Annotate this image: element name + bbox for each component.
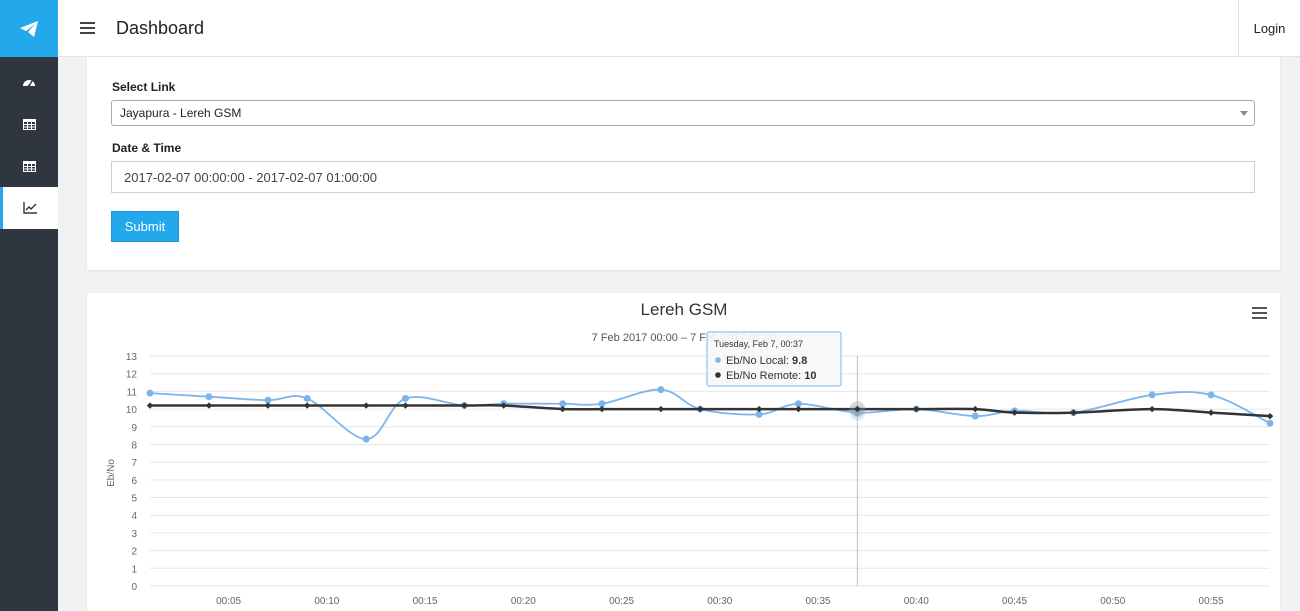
y-tick-label: 5 (131, 494, 137, 505)
paper-plane-icon (20, 20, 38, 37)
y-tick-label: 12 (126, 370, 138, 381)
data-point[interactable] (795, 405, 802, 413)
data-point[interactable] (1207, 391, 1215, 399)
topbar: Dashboard Login (58, 0, 1300, 57)
submit-button[interactable]: Submit (111, 211, 179, 242)
x-tick-label: 00:10 (314, 596, 339, 607)
caret-down-icon (1240, 111, 1248, 116)
data-point[interactable] (401, 394, 409, 402)
data-point[interactable] (972, 405, 979, 413)
y-tick-label: 0 (131, 582, 137, 593)
login-link[interactable]: Login (1238, 0, 1300, 57)
sidebar-item-chart[interactable] (0, 187, 58, 229)
x-tick-label: 00:15 (413, 596, 438, 607)
data-point[interactable] (146, 402, 154, 409)
y-tick-label: 10 (126, 405, 138, 416)
chart-title: Lereh GSM (641, 300, 728, 319)
brand-logo[interactable] (0, 0, 58, 57)
data-point[interactable] (1148, 391, 1156, 399)
data-point[interactable] (971, 412, 979, 420)
data-point[interactable] (205, 393, 213, 401)
table-icon (22, 160, 36, 172)
data-point[interactable] (1266, 412, 1274, 420)
x-tick-label: 00:20 (511, 596, 536, 607)
link-select[interactable]: Jayapura - Lereh GSM (111, 100, 1255, 126)
data-point[interactable] (755, 405, 763, 413)
link-select-value: Jayapura - Lereh GSM (120, 106, 242, 120)
y-tick-label: 8 (131, 440, 137, 451)
filter-form-card: Select Link Jayapura - Lereh GSM Date & … (87, 57, 1280, 270)
y-tick-label: 4 (131, 511, 137, 522)
y-tick-label: 3 (131, 529, 137, 540)
sidebar-item-table-2[interactable] (0, 145, 58, 187)
x-tick-label: 00:35 (806, 596, 831, 607)
data-point[interactable] (1266, 419, 1274, 427)
x-tick-label: 00:55 (1199, 596, 1224, 607)
datetime-range-input[interactable] (111, 161, 1255, 193)
table-icon (22, 118, 36, 130)
data-point[interactable] (559, 405, 566, 413)
menu-toggle-button[interactable] (58, 0, 116, 57)
y-tick-label: 7 (131, 458, 137, 469)
y-tick-label: 11 (127, 387, 138, 398)
data-point[interactable] (146, 389, 154, 397)
legend-marker (715, 357, 721, 363)
line-chart: Lereh GSM 7 Feb 2017 00:00 – 7 Feb 2017 … (106, 300, 1274, 607)
y-tick-label: 9 (131, 423, 137, 434)
x-tick-label: 00:45 (1002, 596, 1027, 607)
line-chart-icon (23, 202, 37, 214)
sidebar (0, 0, 58, 611)
data-point[interactable] (657, 405, 665, 413)
data-point[interactable] (1207, 409, 1215, 416)
y-axis-label: Eb/No (106, 459, 117, 487)
data-point[interactable] (402, 402, 409, 409)
tooltip-header: Tuesday, Feb 7, 00:37 (714, 339, 803, 349)
datetime-label: Date & Time (112, 141, 182, 155)
y-tick-label: 1 (131, 564, 137, 575)
sidebar-item-table-1[interactable] (0, 103, 58, 145)
tooltip-remote: Eb/No Remote: 10 (726, 370, 817, 382)
data-point[interactable] (264, 402, 272, 409)
legend-marker (715, 372, 721, 378)
chart-menu-button[interactable] (1250, 306, 1268, 321)
x-tick-label: 00:50 (1100, 596, 1125, 607)
dashboard-icon (23, 80, 35, 88)
data-point[interactable] (598, 405, 606, 413)
series-line (149, 388, 1271, 441)
tooltip-local: Eb/No Local: 9.8 (726, 355, 807, 367)
hamburger-icon (79, 22, 95, 34)
data-point[interactable] (362, 435, 370, 443)
data-point[interactable] (657, 386, 665, 394)
select-link-label: Select Link (112, 80, 176, 94)
chart-card: Lereh GSM 7 Feb 2017 00:00 – 7 Feb 2017 … (87, 293, 1280, 611)
y-tick-label: 2 (131, 547, 137, 558)
sidebar-item-dashboard[interactable] (0, 61, 58, 103)
data-point[interactable] (362, 402, 370, 409)
y-tick-label: 13 (126, 352, 138, 363)
x-tick-label: 00:30 (707, 596, 732, 607)
page-title: Dashboard (116, 17, 205, 38)
data-point[interactable] (303, 402, 311, 409)
data-point[interactable] (1148, 405, 1156, 413)
x-tick-label: 00:25 (609, 596, 634, 607)
x-tick-label: 00:05 (216, 596, 241, 607)
y-tick-label: 6 (131, 476, 137, 487)
data-point[interactable] (303, 394, 311, 402)
x-tick-label: 00:40 (904, 596, 929, 607)
hamburger-icon (1252, 307, 1267, 319)
chart-tooltip: Tuesday, Feb 7, 00:37 Eb/No Local: 9.8 Eb/… (706, 331, 842, 387)
data-point[interactable] (205, 402, 213, 409)
